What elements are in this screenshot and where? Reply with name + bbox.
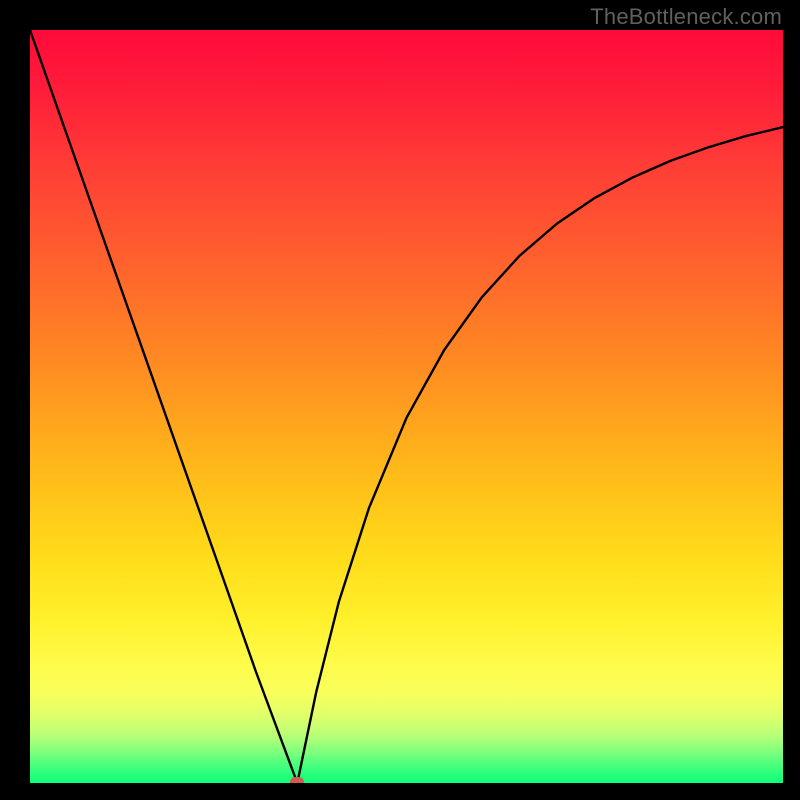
chart-frame: TheBottleneck.com bbox=[0, 0, 800, 800]
curve-svg bbox=[30, 30, 783, 783]
watermark-text: TheBottleneck.com bbox=[590, 4, 782, 30]
bottleneck-curve bbox=[30, 30, 783, 783]
optimal-point-marker bbox=[290, 777, 304, 783]
plot-area bbox=[30, 30, 783, 783]
